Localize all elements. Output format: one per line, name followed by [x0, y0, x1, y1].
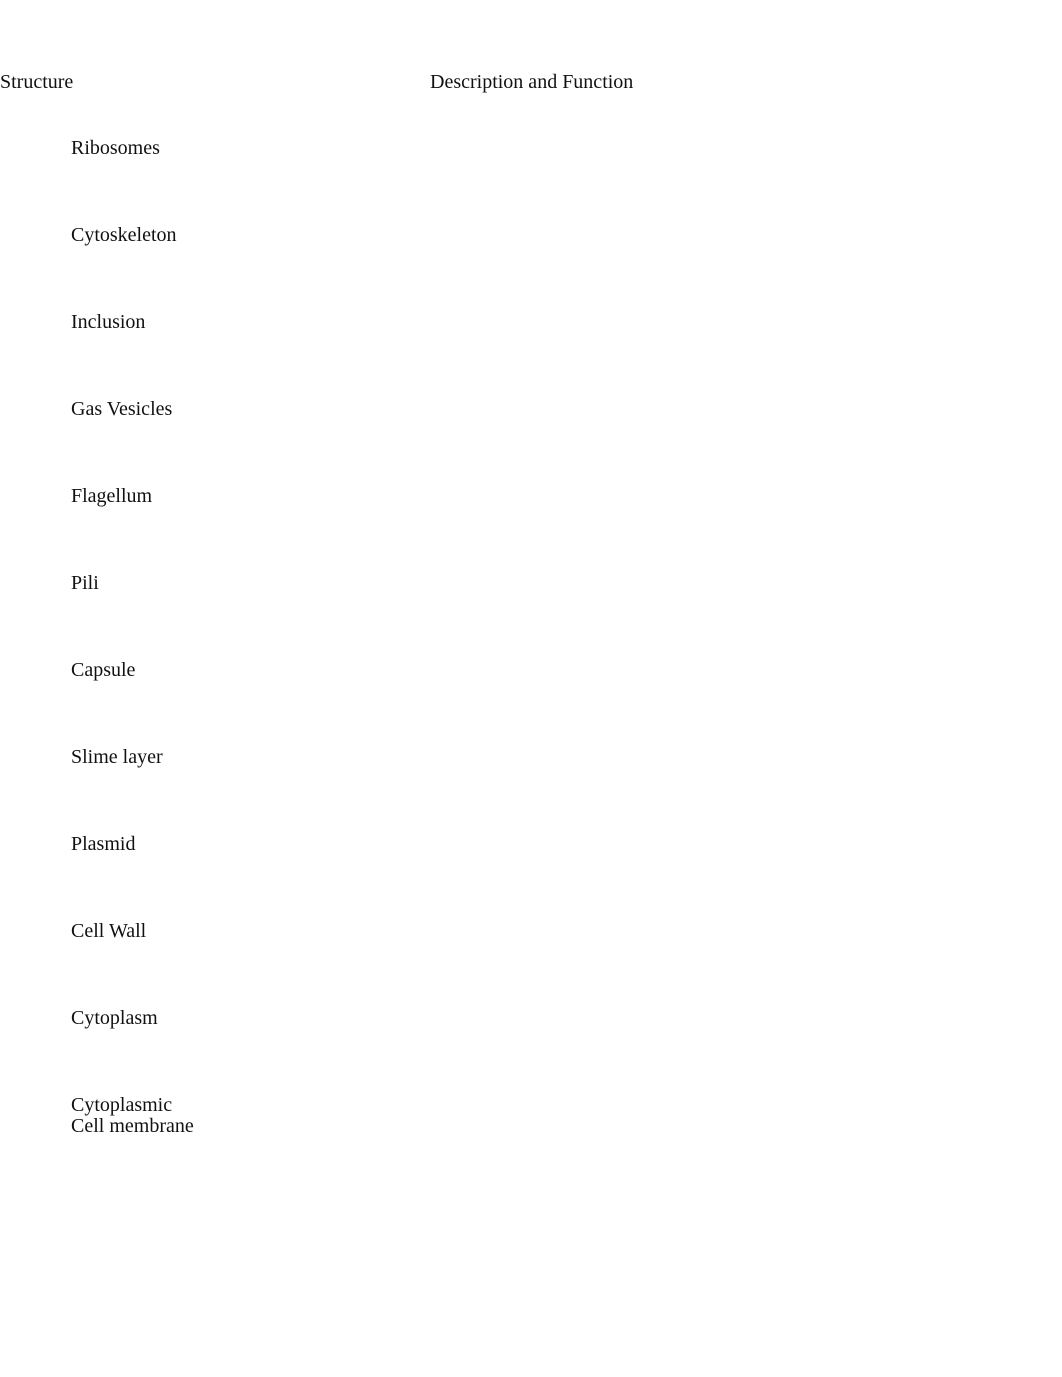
structure-cell: Pili [0, 573, 430, 660]
structure-label: Cytoplasm [71, 1007, 158, 1029]
description-answer[interactable] [465, 921, 1062, 941]
structure-cell: Gas Vesicles [0, 399, 430, 486]
table-header: Structure Description and Function [0, 0, 1062, 138]
description-answer[interactable] [465, 834, 1062, 854]
structure-cell: Cytoplasmic Cell membrane [0, 1095, 430, 1182]
column-header-structure: Structure [0, 71, 74, 93]
description-answer[interactable] [465, 486, 1062, 506]
description-answer[interactable] [465, 1095, 1062, 1115]
structure-cell: Plasmid [0, 834, 430, 921]
structure-label: Ribosomes [71, 137, 160, 159]
structure-cell: Cell Wall [0, 921, 430, 1008]
structure-cell: Inclusion [0, 312, 430, 399]
structure-cell: Slime layer [0, 747, 430, 834]
table-row: Gas Vesicles [0, 399, 1062, 486]
description-cell[interactable] [430, 225, 1062, 312]
structure-label: Cytoplasmic Cell membrane [71, 1094, 194, 1137]
document-page: Structure Description and Function Ribos… [0, 0, 1062, 1377]
column-header-structure-cell: Structure [0, 0, 430, 138]
description-cell[interactable] [430, 138, 1062, 225]
description-answer[interactable] [465, 138, 1062, 158]
table-row: Capsule [0, 660, 1062, 747]
structure-label: Inclusion [71, 311, 146, 333]
structure-label: Plasmid [71, 833, 136, 855]
structure-label: Flagellum [71, 485, 153, 507]
table-row: Cytoskeleton [0, 225, 1062, 312]
description-cell[interactable] [430, 573, 1062, 660]
table-body: Ribosomes Cytoskeleton Inclusion Gas Vesicl… [0, 138, 1062, 1182]
structure-cell: Ribosomes [0, 138, 430, 225]
description-cell[interactable] [430, 486, 1062, 573]
structure-cell: Cytoplasm [0, 1008, 430, 1095]
table-row: Pili [0, 573, 1062, 660]
description-answer[interactable] [465, 399, 1062, 419]
table-row: Ribosomes [0, 138, 1062, 225]
structure-label: Capsule [71, 659, 136, 681]
description-cell[interactable] [430, 834, 1062, 921]
table-header-row: Structure Description and Function [0, 0, 1062, 138]
description-cell[interactable] [430, 1008, 1062, 1095]
structure-description-table: Structure Description and Function Ribos… [0, 0, 1062, 1182]
structure-label: Gas Vesicles [71, 398, 173, 420]
column-header-description: Description and Function [430, 71, 634, 93]
description-answer[interactable] [465, 660, 1062, 680]
structure-cell: Cytoskeleton [0, 225, 430, 312]
structure-cell: Capsule [0, 660, 430, 747]
description-cell[interactable] [430, 660, 1062, 747]
column-header-description-cell: Description and Function [430, 0, 1062, 138]
description-cell[interactable] [430, 399, 1062, 486]
description-answer[interactable] [465, 573, 1062, 593]
structure-cell: Flagellum [0, 486, 430, 573]
description-cell[interactable] [430, 312, 1062, 399]
description-cell[interactable] [430, 1095, 1062, 1182]
structure-label: Slime layer [71, 746, 163, 768]
description-cell[interactable] [430, 921, 1062, 1008]
description-answer[interactable] [465, 312, 1062, 332]
description-cell[interactable] [430, 747, 1062, 834]
description-answer[interactable] [465, 225, 1062, 245]
description-answer[interactable] [465, 1008, 1062, 1028]
table-row: Flagellum [0, 486, 1062, 573]
table-row: Slime layer [0, 747, 1062, 834]
table-row: Cell Wall [0, 921, 1062, 1008]
structure-label: Cell Wall [71, 920, 147, 942]
structure-label: Cytoskeleton [71, 224, 177, 246]
table-row: Plasmid [0, 834, 1062, 921]
table-row: Cytoplasm [0, 1008, 1062, 1095]
table-row: Cytoplasmic Cell membrane [0, 1095, 1062, 1182]
structure-label: Pili [71, 572, 99, 594]
description-answer[interactable] [465, 747, 1062, 767]
table-row: Inclusion [0, 312, 1062, 399]
